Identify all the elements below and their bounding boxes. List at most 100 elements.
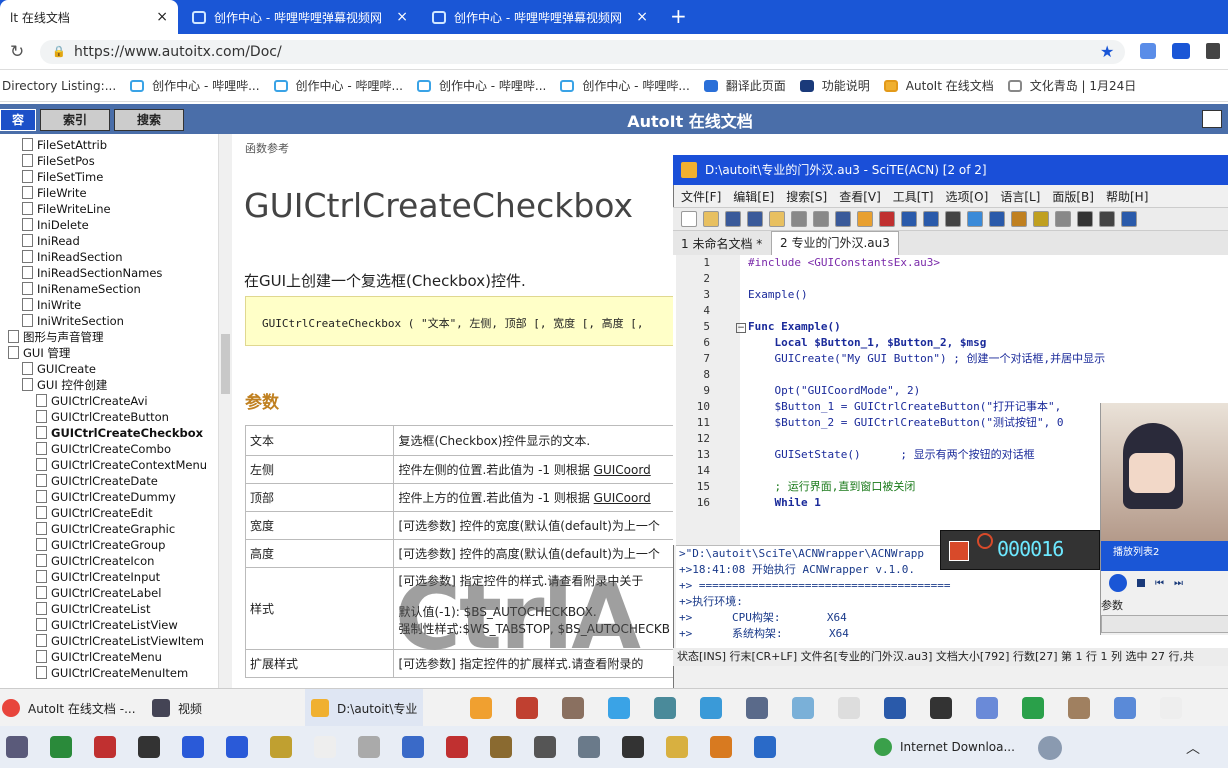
tree-item[interactable]: GUICtrlCreateEdit [0, 505, 231, 521]
tree-item[interactable]: IniReadSection [0, 249, 231, 265]
launcher-icon[interactable] [50, 736, 72, 758]
launcher-icon[interactable] [446, 736, 468, 758]
page-icon[interactable] [1055, 211, 1071, 227]
app-icon[interactable] [838, 697, 860, 719]
tree-item[interactable]: GUICtrlCreateGroup [0, 537, 231, 553]
launcher-icon[interactable] [710, 736, 732, 758]
tree-item[interactable]: FileWrite [0, 185, 231, 201]
launcher-icon[interactable] [754, 736, 776, 758]
tree-item[interactable]: GUICtrlCreateLabel [0, 585, 231, 601]
translate-icon[interactable] [1140, 43, 1156, 59]
tree-item[interactable]: GUICtrlCreateMenuItem [0, 665, 231, 681]
next-icon[interactable]: ⏭ [1174, 578, 1183, 589]
bookmark[interactable]: 文化青岛 | 1月24日 [1007, 77, 1136, 94]
bookmark[interactable]: 创作中心 - 哔哩哔... [560, 77, 690, 94]
bookmark[interactable]: 创作中心 - 哔哩哔... [273, 77, 403, 94]
app-icon[interactable] [562, 697, 584, 719]
menu-item[interactable]: 搜索[S] [786, 188, 827, 205]
taskbar-item[interactable]: AutoIt 在线文档 -... [2, 689, 136, 727]
print-icon[interactable] [1202, 110, 1222, 128]
close-icon[interactable]: × [388, 9, 408, 25]
app-icon[interactable] [1038, 736, 1062, 760]
code-line[interactable]: Opt("GUICoordMode", 2) [748, 383, 1228, 399]
tree-item[interactable]: GUICtrlCreateIcon [0, 553, 231, 569]
launcher-icon[interactable] [138, 736, 160, 758]
playlist-label[interactable]: 播放列表2 [1101, 541, 1228, 571]
taskbar-item[interactable]: 视频 [152, 689, 202, 727]
code-line[interactable]: Func Example() [748, 319, 1228, 335]
url-field[interactable]: 🔒 https://www.autoitx.com/Doc/ [40, 40, 1125, 64]
code-line[interactable]: GUICreate("My GUI Button") ; 创建一个对话框,并居中… [748, 351, 1228, 367]
app-icon[interactable] [654, 697, 676, 719]
code-line[interactable] [748, 271, 1228, 287]
menu-item[interactable]: 文件[F] [681, 188, 721, 205]
tree-item[interactable]: GUICtrlCreateGraphic [0, 521, 231, 537]
launcher-icon[interactable] [534, 736, 556, 758]
tree-item[interactable]: GUI 控件创建 [0, 377, 231, 393]
tree-item[interactable]: FileSetAttrib [0, 137, 231, 153]
tree-item[interactable]: 图形与声音管理 [0, 329, 231, 345]
tree-item[interactable]: FileSetTime [0, 169, 231, 185]
code-line[interactable]: Local $Button_1, $Button_2, $msg [748, 335, 1228, 351]
tree-item[interactable]: IniRenameSection [0, 281, 231, 297]
tree-item[interactable]: GUICtrlCreateButton [0, 409, 231, 425]
launcher-icon[interactable] [622, 736, 644, 758]
stop-icon[interactable] [1137, 579, 1145, 587]
tree-item[interactable]: GUICtrlCreateContextMenu [0, 457, 231, 473]
tree-item[interactable]: GUICtrlCreateList [0, 601, 231, 617]
launcher-icon[interactable] [226, 736, 248, 758]
launcher-icon[interactable] [666, 736, 688, 758]
chevron-up-icon[interactable]: ︿ [1186, 738, 1200, 758]
launcher-icon[interactable] [490, 736, 512, 758]
redo-icon[interactable] [923, 211, 939, 227]
app-icon[interactable] [516, 697, 538, 719]
player-scrollbar[interactable] [1101, 615, 1228, 633]
tree-item[interactable]: GUICtrlCreateListViewItem [0, 633, 231, 649]
tree-item[interactable]: GUICtrlCreateInput [0, 569, 231, 585]
bookmark[interactable]: AutoIt 在线文档 [883, 77, 994, 94]
tree-item[interactable]: FileWriteLine [0, 201, 231, 217]
tree-item[interactable]: GUICtrlCreateCombo [0, 441, 231, 457]
app-icon[interactable] [700, 697, 722, 719]
find-icon[interactable] [945, 211, 961, 227]
app-icon[interactable] [470, 697, 492, 719]
taskbar-item-active[interactable]: D:\autoit\专业 [305, 689, 424, 727]
new-tab-button[interactable]: + [670, 4, 687, 28]
browser-tab[interactable]: 创作中心 - 哔哩哔哩弹幕视频网 × [182, 0, 418, 34]
menu-item[interactable]: 编辑[E] [733, 188, 774, 205]
app-icon[interactable] [608, 697, 630, 719]
launcher-icon[interactable] [182, 736, 204, 758]
tab-contents[interactable]: 容 [0, 109, 36, 131]
code-line[interactable]: Example() [748, 287, 1228, 303]
launcher-icon[interactable] [94, 736, 116, 758]
console-icon[interactable] [1077, 211, 1093, 227]
bookmark[interactable]: Directory Listing:... [2, 79, 116, 93]
menu-item[interactable]: 查看[V] [839, 188, 881, 205]
bookmark[interactable]: 创作中心 - 哔哩哔... [416, 77, 546, 94]
launcher-icon[interactable] [402, 736, 424, 758]
param-link[interactable]: GUICoord [594, 491, 651, 505]
puzzle-icon[interactable] [1206, 43, 1220, 59]
menu-item[interactable]: 面版[B] [1052, 188, 1094, 205]
menu-item[interactable]: 帮助[H] [1106, 188, 1148, 205]
tab-file[interactable]: 1 未命名文档 * [681, 235, 762, 252]
close-icon[interactable]: × [628, 9, 648, 25]
launcher-icon[interactable] [578, 736, 600, 758]
tree-item[interactable]: IniRead [0, 233, 231, 249]
print-icon[interactable] [791, 211, 807, 227]
breadcrumb[interactable]: 函数参考 [245, 140, 289, 156]
tree-item[interactable]: IniDelete [0, 217, 231, 233]
code-line[interactable] [748, 303, 1228, 319]
bookmark[interactable]: 创作中心 - 哔哩哔... [130, 77, 260, 94]
tools-icon[interactable] [1011, 211, 1027, 227]
tree-item[interactable]: IniWriteSection [0, 313, 231, 329]
fold-icon[interactable]: − [736, 323, 746, 333]
prev-icon[interactable]: ⏮ [1155, 578, 1164, 589]
menu-item[interactable]: 工具[T] [893, 188, 934, 205]
new-icon[interactable] [681, 211, 697, 227]
tree-item[interactable]: GUICtrlCreateAvi [0, 393, 231, 409]
tree-item[interactable]: FileSetPos [0, 153, 231, 169]
browser-tab[interactable]: 创作中心 - 哔哩哔哩弹幕视频网 × [422, 0, 658, 34]
folder-icon[interactable] [769, 211, 785, 227]
app-icon[interactable] [1114, 697, 1136, 719]
